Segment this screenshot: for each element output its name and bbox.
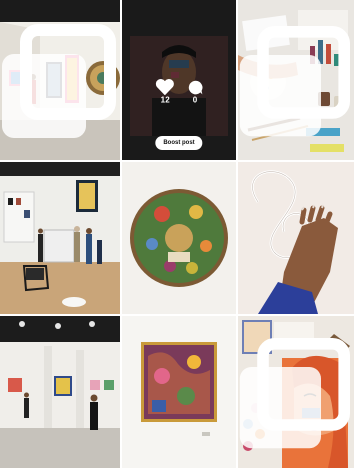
likes-stat: 12 — [155, 78, 175, 105]
carousel-icon — [239, 338, 350, 449]
boost-post-button[interactable]: Boost post — [155, 136, 203, 150]
likes-count: 12 — [160, 95, 170, 105]
post-portrait-hovered[interactable]: 12 0 Boost post — [122, 0, 236, 160]
post-round-metal-art[interactable] — [122, 162, 236, 314]
post-framed-painting[interactable] — [122, 316, 236, 468]
post-image — [122, 316, 236, 468]
post-studio-interior[interactable] — [0, 162, 120, 314]
post-stats: 12 0 — [122, 78, 236, 105]
post-gallery-wall[interactable] — [0, 0, 120, 160]
post-image — [0, 316, 120, 468]
carousel-icon — [239, 25, 350, 137]
comments-count: 0 — [192, 95, 198, 105]
post-portrait-painting[interactable] — [238, 316, 354, 468]
profile-post-grid: 12 0 Boost post — [0, 0, 354, 468]
post-hand-painting[interactable] — [238, 162, 354, 314]
heart-icon — [156, 78, 175, 96]
post-image — [0, 162, 120, 314]
post-image — [238, 162, 354, 314]
post-image — [122, 162, 236, 314]
comment-icon — [188, 80, 202, 95]
post-gallery-room[interactable] — [0, 316, 120, 468]
carousel-icon — [2, 24, 116, 138]
post-art-supplies[interactable] — [238, 0, 354, 160]
comments-stat: 0 — [188, 80, 203, 105]
